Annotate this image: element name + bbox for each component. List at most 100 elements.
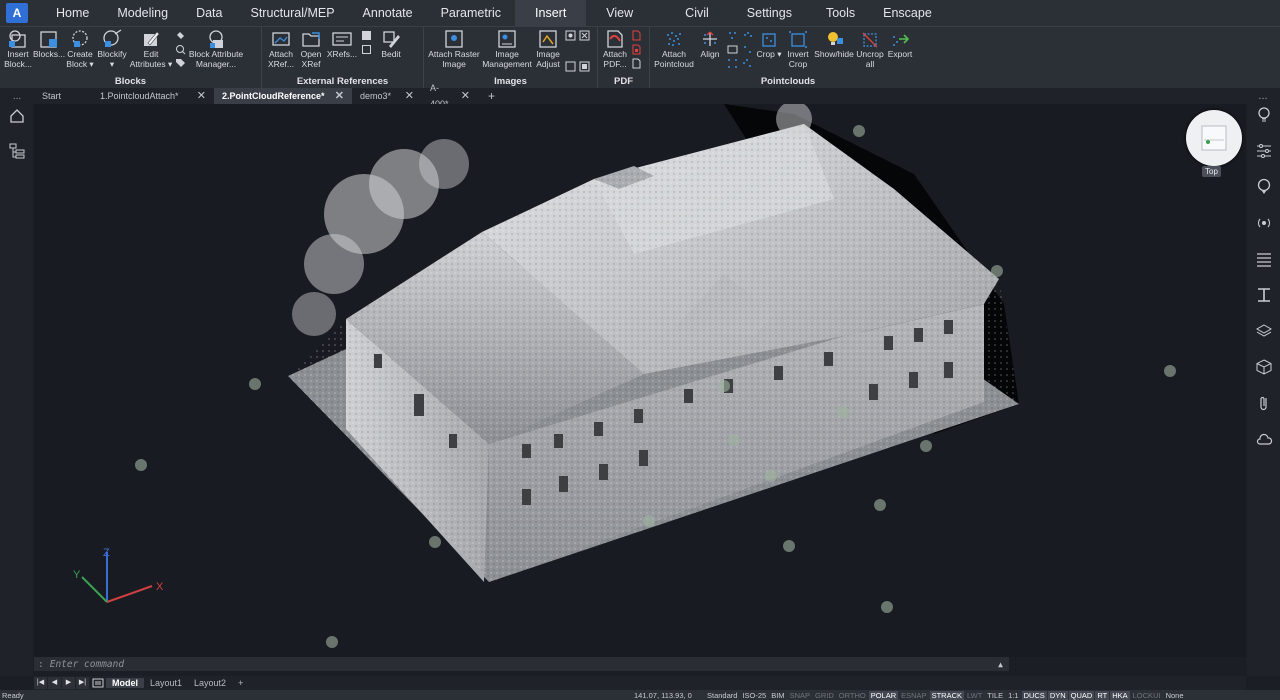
- layout-list-icon[interactable]: [92, 677, 104, 689]
- status-toggle-iso-25[interactable]: ISO-25: [740, 691, 768, 700]
- doc-tab-a400[interactable]: A-400*✕: [422, 83, 478, 109]
- menu-tab-civil[interactable]: Civil: [653, 0, 727, 26]
- attachment-icon[interactable]: [1255, 394, 1273, 412]
- xref-clip-icon[interactable]: [361, 30, 372, 41]
- pointcloud-manager-icon[interactable]: [727, 30, 738, 41]
- attribute-tool-icon[interactable]: [175, 44, 186, 55]
- last-layout-icon[interactable]: ▶|: [76, 677, 89, 689]
- tag-icon[interactable]: [175, 58, 186, 69]
- status-toggle-bim[interactable]: BIM: [769, 691, 786, 700]
- beam-icon[interactable]: [1255, 286, 1273, 304]
- structure-tree-icon[interactable]: [8, 142, 26, 160]
- blocks-label: Blocks...: [32, 49, 66, 59]
- menu-tab-settings[interactable]: Settings: [727, 0, 812, 26]
- doc-tab-pointcloudreference[interactable]: 2.PointCloudReference* ✕: [214, 88, 352, 104]
- image-quality-icon[interactable]: [579, 30, 590, 41]
- add-layout-button[interactable]: +: [232, 678, 249, 688]
- menu-tab-view[interactable]: View: [586, 0, 653, 26]
- menu-tab-structural-mep[interactable]: Structural/MEP: [236, 0, 348, 26]
- menu-tab-home[interactable]: Home: [42, 0, 103, 26]
- pointcloud-bubble-icon[interactable]: [727, 44, 738, 55]
- crop-label: Crop ▾: [756, 49, 782, 59]
- close-icon[interactable]: ✕: [335, 88, 344, 104]
- status-toggle-standard[interactable]: Standard: [705, 691, 739, 700]
- add-tab-button[interactable]: +: [478, 89, 505, 103]
- cloud-icon[interactable]: [1255, 430, 1273, 448]
- balloon-icon[interactable]: [1255, 178, 1273, 196]
- status-toggle-grid[interactable]: GRID: [813, 691, 836, 700]
- menu-tab-tools[interactable]: Tools: [812, 0, 869, 26]
- doc-tab-start[interactable]: Start: [34, 88, 92, 104]
- menu-tab-modeling[interactable]: Modeling: [103, 0, 182, 26]
- status-toggle-lwt[interactable]: LWT: [965, 691, 984, 700]
- pdf-layers-icon[interactable]: [631, 30, 642, 41]
- image-adjust-icon: [539, 30, 557, 48]
- pointcloud-classify-icon[interactable]: [742, 30, 753, 41]
- right-more-dots-icon[interactable]: ...: [1246, 90, 1280, 102]
- first-layout-icon[interactable]: |◀: [34, 677, 47, 689]
- command-line[interactable]: : Enter command ▲: [34, 657, 1009, 671]
- next-layout-icon[interactable]: ▶: [62, 677, 75, 689]
- viewcube-top-label[interactable]: Top: [1202, 166, 1221, 177]
- status-toggle-strack[interactable]: STRACK: [929, 690, 964, 700]
- attach-pointcloud-label: Attach Pointcloud: [654, 49, 694, 69]
- menu-tab-data[interactable]: Data: [182, 0, 236, 26]
- menu-tab-insert[interactable]: Insert: [515, 0, 587, 26]
- ucs-icon: [81, 552, 153, 603]
- menu-tab-enscape[interactable]: Enscape: [869, 0, 946, 26]
- ucs-z-label: Z: [103, 547, 110, 559]
- status-toggle-hka[interactable]: HKA: [1110, 690, 1130, 700]
- lightbulb-icon[interactable]: [1255, 106, 1273, 124]
- doc-tab-pointcloudattach[interactable]: 1.PointcloudAttach* ✕: [92, 88, 214, 104]
- image-clip-icon[interactable]: [579, 61, 590, 72]
- status-toggle-dyn[interactable]: DYN: [1047, 690, 1068, 700]
- image-frame-icon[interactable]: [565, 30, 576, 41]
- close-icon[interactable]: ✕: [197, 88, 206, 104]
- pointcloud-fit-icon[interactable]: [742, 44, 753, 55]
- menu-tab-parametric[interactable]: Parametric: [427, 0, 515, 26]
- home-icon[interactable]: [8, 107, 26, 125]
- status-toggle-ducs[interactable]: DUCS: [1021, 690, 1047, 700]
- status-toggle-polar[interactable]: POLAR: [868, 690, 899, 700]
- menu-tab-annotate[interactable]: Annotate: [349, 0, 427, 26]
- pdf-frame-icon[interactable]: [631, 58, 642, 69]
- more-dots-icon[interactable]: ...: [0, 91, 34, 102]
- layout-tab-layout2[interactable]: Layout2: [188, 678, 232, 688]
- blockify-label: Blockify ▾: [97, 49, 127, 69]
- status-toggle-esnap[interactable]: ESNAP: [899, 691, 928, 700]
- xref-frame-icon[interactable]: [361, 44, 372, 55]
- status-toggle-1-1[interactable]: 1:1: [1006, 691, 1020, 700]
- layers-list-icon[interactable]: [1255, 250, 1273, 268]
- app-logo-icon[interactable]: A: [6, 3, 28, 23]
- command-history-expand-icon[interactable]: ▲: [998, 660, 1003, 669]
- image-transparency-icon[interactable]: [565, 61, 576, 72]
- cube-icon[interactable]: [1255, 358, 1273, 376]
- bedit-label: Bedit: [381, 49, 401, 59]
- status-toggle-tile[interactable]: TILE: [985, 691, 1005, 700]
- status-toggle-quad[interactable]: QUAD: [1068, 690, 1095, 700]
- viewcube[interactable]: [1186, 110, 1242, 166]
- layers-icon[interactable]: [1255, 322, 1273, 340]
- status-toggle-lockui[interactable]: LOCKUI: [1131, 691, 1163, 700]
- close-icon[interactable]: ✕: [461, 88, 470, 104]
- layout-tab-layout1[interactable]: Layout1: [144, 678, 188, 688]
- ucs-x-label: X: [156, 581, 164, 593]
- layout-tab-model[interactable]: Model: [106, 678, 144, 688]
- prev-layout-icon[interactable]: ◀: [48, 677, 61, 689]
- pdf-clip-icon[interactable]: [631, 44, 642, 55]
- signal-icon[interactable]: [1255, 214, 1273, 232]
- pointcloud-section-icon[interactable]: [742, 58, 753, 69]
- ucs-y-label: Y: [73, 569, 81, 581]
- doc-tab-demo3[interactable]: demo3* ✕: [352, 88, 422, 104]
- sync-block-icon[interactable]: [175, 30, 186, 41]
- status-toggle-ortho[interactable]: ORTHO: [837, 691, 868, 700]
- close-icon[interactable]: ✕: [405, 88, 414, 104]
- sliders-icon[interactable]: [1255, 142, 1273, 160]
- status-toggle-rt[interactable]: RT: [1095, 690, 1110, 700]
- pointcloud-project-icon[interactable]: [727, 58, 738, 69]
- status-toggle-snap[interactable]: SNAP: [788, 691, 812, 700]
- invert-crop-icon: [789, 31, 807, 48]
- drawing-viewport[interactable]: Z X Y Top: [34, 104, 1246, 657]
- command-input[interactable]: Enter command: [50, 659, 124, 670]
- status-toggle-none[interactable]: None: [1164, 691, 1186, 700]
